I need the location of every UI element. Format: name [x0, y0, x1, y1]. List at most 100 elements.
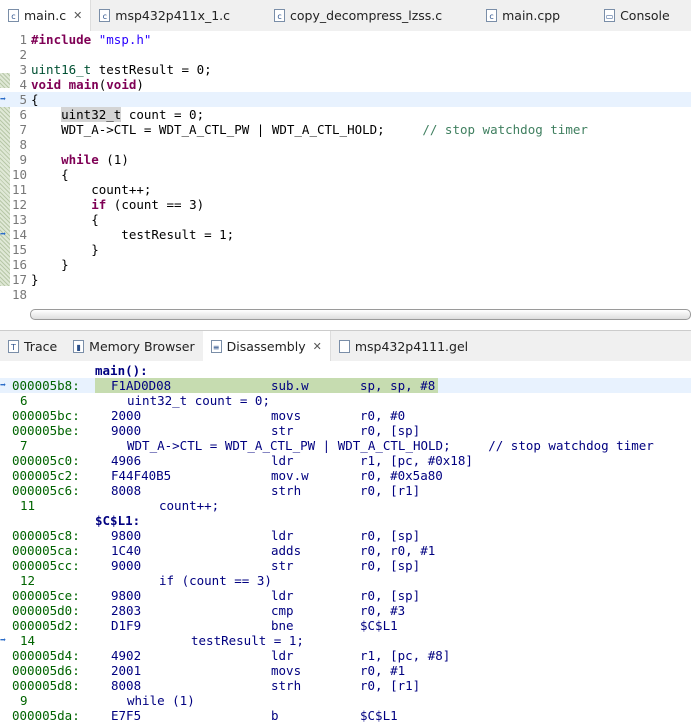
tab-msp432p4111-gel[interactable]: msp432p4111.gel [331, 331, 476, 361]
operands: r0, [sp] [360, 528, 421, 543]
operands: r1, [pc, #8] [360, 648, 451, 663]
tab-label: Console [620, 8, 670, 23]
instruction-row: 000005cc: 9000 str r0, [sp] [0, 558, 691, 573]
trace-icon: T [8, 339, 19, 353]
mnemonic: str [271, 423, 294, 438]
label-row: main(): [0, 363, 691, 378]
source-line-number: 6 [20, 393, 28, 408]
code-text: WDT_A->CTL = WDT_A_CTL_PW | WDT_A_CTL_HO… [31, 122, 588, 137]
tab-trace[interactable]: T Trace [0, 331, 65, 361]
opcode: 1C40 [111, 543, 142, 558]
breakpoint-icon[interactable]: ➡ [0, 633, 6, 648]
address: 000005c8: [12, 528, 80, 543]
tab-copy-decompress-lzss-c[interactable]: c copy_decompress_lzss.c [266, 0, 450, 31]
c-file-icon: c [274, 9, 286, 22]
line-number: 11 [11, 182, 27, 197]
source-text: testResult = 1; [191, 633, 304, 648]
opcode: 2803 [111, 603, 142, 618]
code-token: { [31, 212, 99, 227]
code-editor[interactable]: 1 #include "msp.h" 2 3 uint16_t testResult =… [0, 31, 691, 303]
line-number: 4 [19, 77, 27, 92]
operands: r0, [sp] [360, 558, 421, 573]
code-token: main [68, 77, 99, 92]
instruction-row: 000005be: 9000 str r0, [sp] [0, 423, 691, 438]
opcode: 8008 [111, 678, 142, 693]
source-line-row: 7 WDT_A->CTL = WDT_A_CTL_PW | WDT_A_CTL_H… [0, 438, 691, 453]
operands: r0, r0, #1 [360, 543, 436, 558]
line-number: 7 [19, 122, 27, 137]
code-line: 18 [0, 287, 691, 302]
mnemonic: ldr [271, 453, 294, 468]
line-number: 1 [19, 32, 27, 47]
operands: $C$L1 [360, 708, 398, 723]
code-line: 14 ➡ testResult = 1; [0, 227, 691, 242]
line-number: 2 [19, 47, 27, 62]
address: 000005c6: [12, 483, 80, 498]
code-token: uint32_t [61, 107, 122, 122]
instruction-row: 000005d8: 8008 strh r0, [r1] [0, 678, 691, 693]
code-token: (count == 3) [106, 197, 205, 212]
opcode: 9800 [111, 528, 142, 543]
opcode: 9000 [111, 558, 142, 573]
file-icon [338, 339, 350, 353]
code-token: if [91, 197, 107, 212]
source-text: WDT_A->CTL = WDT_A_CTL_PW | WDT_A_CTL_HO… [127, 438, 654, 453]
operands: r1, [pc, #0x18] [360, 453, 473, 468]
tab-msp432p411x-1-c[interactable]: c msp432p411x_1.c [91, 0, 238, 31]
code-token: WDT_A->CTL = WDT_A_CTL_PW | WDT_A_CTL_HO… [31, 122, 423, 137]
tab-label: msp432p411x_1.c [115, 8, 231, 23]
instruction-row: 000005ce: 9800 ldr r0, [sp] [0, 588, 691, 603]
code-text: { [31, 167, 69, 182]
line-number: 18 [11, 287, 27, 302]
tab-disassembly[interactable]: ≡ Disassembly ✕ [202, 331, 331, 361]
code-token: count = 0; [121, 107, 205, 122]
current-line-arrow-icon[interactable]: ➡ [0, 92, 6, 107]
operands: r0, #0x5a80 [360, 468, 443, 483]
operands: r0, [sp] [360, 588, 421, 603]
code-line: 16 } [0, 257, 691, 272]
code-text: uint16_t testResult = 0; [31, 62, 212, 77]
editor-tab-bar: c main.c ✕ c msp432p411x_1.c c copy_decompress… [0, 0, 691, 31]
code-line: 3 uint16_t testResult = 0; [0, 62, 691, 77]
source-line-number: 14 [20, 633, 36, 648]
line-number: 17 [11, 272, 27, 287]
mnemonic: sub.w [271, 378, 309, 393]
code-line: 8 [0, 137, 691, 152]
view-tab-bar: T Trace ▮ Memory Browser ≡ Disassembly ✕ msp432… [0, 330, 691, 361]
code-line: 7 WDT_A->CTL = WDT_A_CTL_PW | WDT_A_CTL_… [0, 122, 691, 137]
source-line-row: 11 count++; [0, 498, 691, 513]
code-line: 4 void main(void) [0, 77, 691, 92]
close-icon[interactable]: ✕ [73, 9, 82, 22]
operands: r0, #0 [360, 408, 406, 423]
close-icon[interactable]: ✕ [313, 340, 322, 353]
address: 000005d2: [12, 618, 80, 633]
address: 000005b8: [12, 378, 80, 393]
memory-icon: ▮ [73, 339, 85, 353]
address: 000005cc: [12, 558, 80, 573]
tab-main-c[interactable]: c main.c ✕ [0, 0, 92, 31]
tab-memory-browser[interactable]: ▮ Memory Browser [65, 331, 202, 361]
code-line: 5 ➡{ [0, 92, 691, 107]
code-token: count++; [31, 182, 152, 197]
opcode: E7F5 [111, 708, 142, 723]
operands: r0, #1 [360, 663, 406, 678]
code-text: } [31, 242, 99, 257]
source-line-row: 14 testResult = 1; ➡ [0, 633, 691, 648]
current-pc-arrow-icon[interactable]: ➡ [0, 378, 6, 393]
code-token: } [31, 257, 69, 272]
horizontal-scrollbar[interactable] [30, 309, 691, 320]
address: 000005ca: [12, 543, 80, 558]
tab-main-cpp[interactable]: c main.cpp [478, 0, 568, 31]
line-number: 15 [11, 242, 27, 257]
opcode: 9000 [111, 423, 142, 438]
code-token: // stop watchdog timer [422, 122, 588, 137]
code-line: 9 while (1) [0, 152, 691, 167]
mnemonic: bne [271, 618, 294, 633]
operands: r0, [sp] [360, 423, 421, 438]
breakpoint-icon[interactable]: ➡ [0, 227, 6, 242]
tab-console[interactable]: ▭ Console [596, 0, 678, 31]
tab-label: Memory Browser [89, 338, 195, 354]
